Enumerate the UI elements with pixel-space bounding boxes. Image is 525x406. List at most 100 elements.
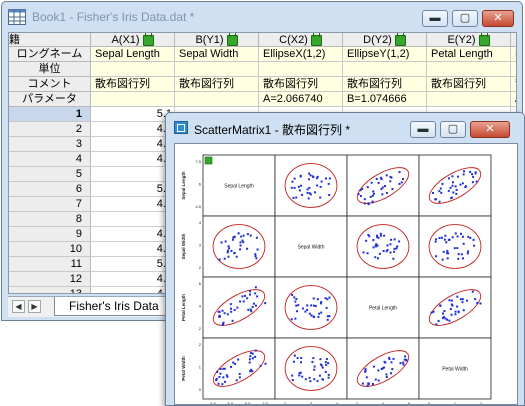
data-point <box>363 202 366 205</box>
meta-cell[interactable] <box>343 62 427 77</box>
row-number[interactable]: 3 <box>9 137 91 152</box>
lock-icon[interactable] <box>226 33 238 46</box>
data-point <box>320 311 323 314</box>
data-cell[interactable]: 4.8 <box>91 272 175 287</box>
row-number[interactable]: 10 <box>9 242 91 257</box>
row-number[interactable]: 11 <box>9 257 91 272</box>
row-label[interactable]: パラメータ <box>9 92 91 107</box>
meta-cell[interactable] <box>91 62 175 77</box>
data-point <box>316 380 319 383</box>
data-point <box>441 258 444 261</box>
row-number[interactable]: 5 <box>9 167 91 182</box>
meta-cell[interactable]: 散布図行列 <box>91 77 175 92</box>
column-header[interactable]: A(X1) <box>91 33 175 47</box>
row-number[interactable]: 2 <box>9 122 91 137</box>
row-number[interactable]: 9 <box>9 227 91 242</box>
meta-cell[interactable]: 散布図行列 <box>343 77 427 92</box>
meta-cell[interactable] <box>175 62 259 77</box>
meta-cell[interactable]: 散布図 <box>511 77 516 92</box>
meta-cell[interactable]: Sepal Width <box>175 47 259 62</box>
data-cell[interactable]: 4.9 <box>91 122 175 137</box>
data-point <box>326 315 329 318</box>
graph-minimize-button[interactable]: ▬ <box>410 121 436 138</box>
meta-cell[interactable]: EllipseX(1,2) <box>259 47 343 62</box>
data-cell[interactable]: 5 <box>91 212 175 227</box>
next-sheet-button[interactable]: ▶ <box>28 300 41 313</box>
meta-cell[interactable]: EllipseY(1,2) <box>343 47 427 62</box>
row-number[interactable]: 7 <box>9 197 91 212</box>
meta-cell[interactable]: 散布図行列 <box>427 77 511 92</box>
meta-cell[interactable] <box>427 92 511 107</box>
lock-icon[interactable] <box>310 33 322 46</box>
row-number[interactable]: 1 <box>9 107 91 122</box>
prev-sheet-button[interactable]: ◀ <box>12 300 25 313</box>
column-header[interactable] <box>511 33 516 47</box>
row-number[interactable]: 6 <box>9 182 91 197</box>
book-title: Book1 - Fisher's Iris Data.dat * <box>32 10 195 24</box>
book-titlebar[interactable]: Book1 - Fisher's Iris Data.dat * ▬ ▢ ✕ <box>2 2 522 32</box>
graph-canvas[interactable]: Sepal Length Sepal Width Petal Length Petal… <box>174 143 518 405</box>
meta-cell[interactable]: Petal Length <box>427 47 511 62</box>
data-cell[interactable]: 4.7 <box>91 137 175 152</box>
row-number[interactable]: 8 <box>9 212 91 227</box>
data-point <box>236 306 239 309</box>
lock-icon[interactable] <box>394 33 406 46</box>
meta-cell[interactable] <box>175 92 259 107</box>
data-cell[interactable]: 4.8 <box>91 287 175 293</box>
data-point <box>231 238 234 241</box>
column-header[interactable]: B(Y1) <box>175 33 259 47</box>
meta-cell[interactable] <box>259 62 343 77</box>
row-number[interactable]: 12 <box>9 272 91 287</box>
data-cell[interactable]: 5 <box>91 167 175 182</box>
book-maximize-button[interactable]: ▢ <box>452 10 478 27</box>
meta-cell[interactable]: 散布図行列 <box>175 77 259 92</box>
data-cell[interactable]: 4.6 <box>91 197 175 212</box>
meta-cell[interactable]: A=2.066740 <box>259 92 343 107</box>
meta-cell[interactable]: 散布図行列 <box>259 77 343 92</box>
column-header[interactable]: D(Y2) <box>343 33 427 47</box>
matrix-panel <box>274 154 348 217</box>
meta-cell[interactable]: B=1.074666 <box>343 92 427 107</box>
row-number[interactable]: 4 <box>9 152 91 167</box>
lock-icon[interactable] <box>142 33 154 46</box>
data-point <box>306 308 309 311</box>
row-label[interactable]: 単位 <box>9 62 91 77</box>
row-number[interactable]: 13 <box>9 287 91 293</box>
graph-window[interactable]: ScatterMatrix1 - 散布図行列 * ▬ ▢ ✕ Sepal Len… <box>165 112 525 406</box>
corner-cell[interactable]: 籍 <box>9 33 91 47</box>
meta-cell[interactable] <box>511 62 516 77</box>
data-cell[interactable]: 5.4 <box>91 182 175 197</box>
data-point <box>254 286 257 289</box>
data-cell[interactable]: 5.4 <box>91 257 175 272</box>
graph-close-button[interactable]: ✕ <box>470 121 510 138</box>
data-point <box>293 177 296 180</box>
data-point <box>254 253 257 256</box>
data-point <box>218 258 221 261</box>
row-label[interactable]: コメント <box>9 77 91 92</box>
lock-icon[interactable] <box>478 33 490 46</box>
meta-cell[interactable]: Ellips <box>511 47 516 62</box>
data-cell[interactable]: 4.6 <box>91 152 175 167</box>
data-point <box>474 298 477 301</box>
meta-cell[interactable] <box>427 62 511 77</box>
data-cell[interactable]: 5.1 <box>91 107 175 122</box>
data-cell[interactable]: 4.9 <box>91 242 175 257</box>
data-point <box>461 301 464 304</box>
column-header[interactable]: C(X2) <box>259 33 343 47</box>
meta-cell[interactable]: A= <box>511 92 516 107</box>
data-point <box>295 196 298 199</box>
data-cell[interactable]: 4.4 <box>91 227 175 242</box>
meta-cell[interactable] <box>91 92 175 107</box>
book-close-button[interactable]: ✕ <box>482 10 514 27</box>
data-point <box>467 235 470 238</box>
matrix-panel <box>274 276 348 339</box>
data-point <box>230 310 233 313</box>
meta-cell[interactable]: Sepal Length <box>91 47 175 62</box>
row-label[interactable]: ロングネーム <box>9 47 91 62</box>
column-header[interactable]: E(Y2) <box>427 33 511 47</box>
graph-maximize-button[interactable]: ▢ <box>440 121 466 138</box>
x-tick-label: 2 <box>284 401 287 404</box>
data-point <box>248 361 251 364</box>
data-point <box>309 380 312 383</box>
book-minimize-button[interactable]: ▬ <box>422 10 448 27</box>
